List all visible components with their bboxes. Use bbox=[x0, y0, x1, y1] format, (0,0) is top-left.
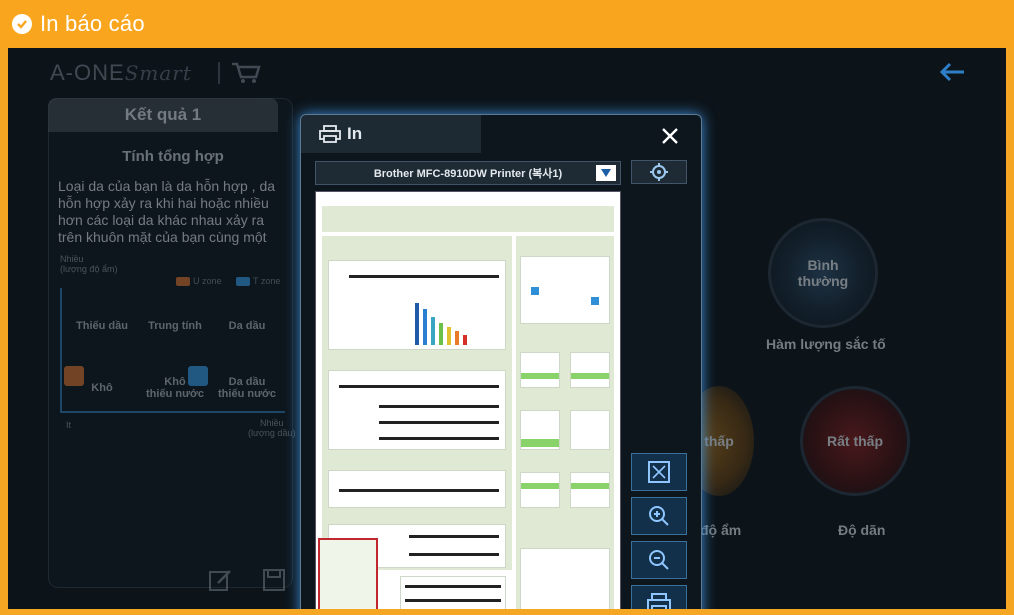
fit-page-button[interactable] bbox=[631, 453, 687, 491]
preview-summary-chart bbox=[520, 256, 610, 324]
preview-wrinkle-chart bbox=[328, 370, 506, 450]
app-logo: A-ONESmart bbox=[50, 60, 192, 86]
cell-neutral: Trung tính bbox=[148, 320, 202, 332]
preview-mini-chart-2 bbox=[570, 352, 610, 388]
edit-icon[interactable] bbox=[208, 568, 234, 597]
preview-mini-chart-1 bbox=[520, 352, 560, 388]
page-thumbnail[interactable] bbox=[318, 538, 378, 609]
print-dialog-title: In bbox=[347, 124, 363, 143]
app-background: A-ONESmart Kết quả 1 Tính tổng hợp Loại … bbox=[8, 48, 1006, 609]
printer-settings-button[interactable] bbox=[631, 160, 687, 184]
preview-mini-chart-6 bbox=[570, 472, 610, 508]
t-zone-marker bbox=[188, 366, 208, 386]
zoom-in-button[interactable] bbox=[631, 497, 687, 535]
preview-header-table bbox=[322, 206, 614, 232]
zoom-out-icon bbox=[649, 550, 669, 570]
elasticity-label: Độ dãn bbox=[838, 522, 886, 538]
print-button[interactable] bbox=[631, 585, 687, 609]
moisture-label: độ ẩm bbox=[700, 522, 742, 538]
preview-mini-chart-3 bbox=[520, 410, 560, 450]
zoom-in-icon bbox=[649, 506, 669, 526]
fit-page-icon bbox=[648, 461, 670, 483]
x-axis-min: It bbox=[66, 420, 72, 430]
cart-icon[interactable] bbox=[230, 60, 262, 89]
legend-t-label: T zone bbox=[253, 276, 281, 286]
preview-pigment-chart bbox=[328, 470, 506, 508]
skin-description: Loại da của bạn là da hỗn hợp , da hỗn h… bbox=[58, 178, 276, 245]
printer-select[interactable]: Brother MFC-8910DW Printer (복사1) bbox=[315, 161, 621, 185]
knob-very-low[interactable]: Rất thấp bbox=[800, 386, 910, 496]
legend-u-zone: U zone bbox=[176, 276, 222, 286]
print-preview[interactable] bbox=[315, 191, 621, 609]
cell-oily: Da dầu bbox=[228, 320, 266, 332]
preview-pore-chart bbox=[328, 260, 506, 350]
chevron-down-icon[interactable] bbox=[596, 165, 616, 181]
printer-icon bbox=[319, 125, 341, 143]
legend-u-label: U zone bbox=[193, 276, 222, 286]
print-dialog-header: In bbox=[301, 115, 481, 153]
logo-divider bbox=[218, 62, 220, 84]
preview-comments-box bbox=[520, 548, 610, 609]
logo-script: Smart bbox=[124, 61, 192, 85]
preview-extra-chart bbox=[400, 576, 506, 609]
check-circle-icon bbox=[12, 14, 32, 34]
preview-mini-chart-4 bbox=[570, 410, 610, 450]
cell-oily-dehydrated: Da dầu thiếu nước bbox=[218, 376, 276, 400]
window-titlebar: In báo cáo bbox=[0, 0, 1014, 48]
pigment-label: Hàm lượng sắc tố bbox=[766, 336, 886, 352]
printer-name: Brother MFC-8910DW Printer (복사1) bbox=[373, 168, 563, 180]
y-axis-label: Nhiều (lượng độ ẩm) bbox=[60, 254, 118, 274]
section-title: Tính tổng hợp bbox=[122, 148, 224, 165]
gear-icon bbox=[650, 163, 668, 181]
zoom-out-button[interactable] bbox=[631, 541, 687, 579]
cell-oil-deficient: Thiếu dầu bbox=[76, 320, 128, 332]
tab-result-1[interactable]: Kết quả 1 bbox=[48, 98, 278, 132]
skin-type-grid: Thiếu dầu Trung tính Da dầu Khô Khô thiế… bbox=[60, 288, 285, 413]
window-title: In báo cáo bbox=[40, 11, 145, 36]
preview-mini-chart-5 bbox=[520, 472, 560, 508]
u-zone-swatch bbox=[176, 276, 190, 286]
print-dialog: In Brother MFC-8910DW Printer (복사1) bbox=[300, 114, 702, 609]
close-icon[interactable] bbox=[659, 125, 681, 147]
t-zone-swatch bbox=[236, 276, 250, 286]
u-zone-marker bbox=[64, 366, 84, 386]
logo-main: A-ONE bbox=[50, 60, 125, 85]
x-axis-max: Nhiều (lượng dầu) bbox=[248, 418, 296, 438]
back-arrow-icon[interactable] bbox=[938, 62, 966, 87]
save-icon[interactable] bbox=[262, 568, 286, 597]
legend-t-zone: T zone bbox=[236, 276, 280, 286]
print-icon bbox=[647, 593, 671, 609]
knob-normal[interactable]: Bình thường bbox=[768, 218, 878, 328]
